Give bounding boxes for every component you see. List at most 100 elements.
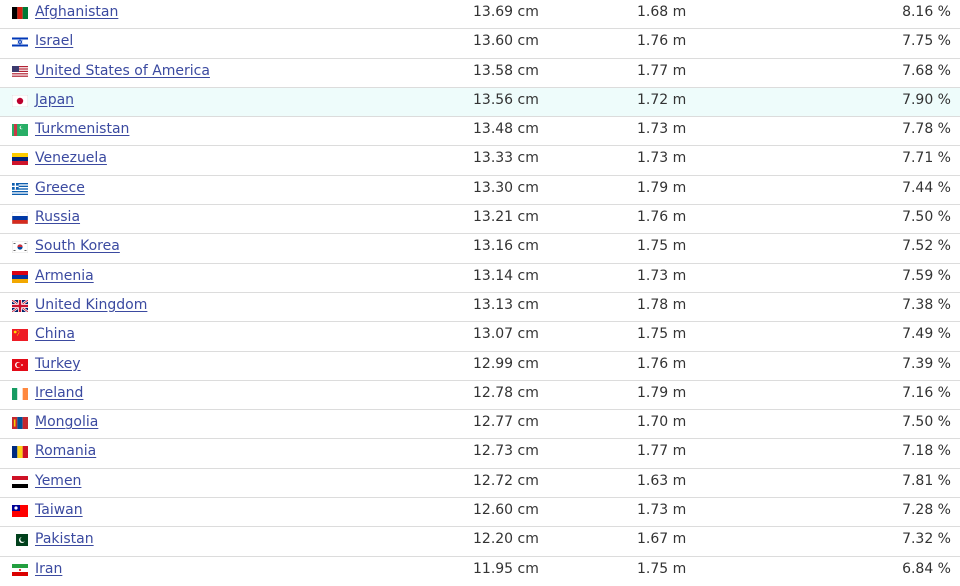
ratio-value: 7.71 % [902,150,951,167]
height-value: 1.75 m [637,326,687,343]
country-link[interactable]: Israel [35,33,73,49]
length-value: 13.14 cm [473,267,539,284]
venezuela-flag-icon [12,153,28,166]
height-value: 1.78 m [637,296,687,313]
mongolia-flag-icon [12,417,28,430]
country-link[interactable]: Turkey [35,356,81,372]
height-value: 1.73 m [637,150,687,167]
ratio-value: 7.50 % [902,414,951,431]
height-value: 1.67 m [637,531,687,548]
ratio-value: 7.38 % [902,296,951,313]
table-row: China 13.07 cm 1.75 m 7.49 % [0,322,960,352]
height-value: 1.76 m [637,33,687,50]
country-link[interactable]: Japan [35,92,74,108]
ratio-value: 7.81 % [902,472,951,489]
country-link[interactable]: Turkmenistan [35,121,129,137]
table-row: Taiwan 12.60 cm 1.73 m 7.28 % [0,498,960,528]
length-value: 11.95 cm [473,560,539,577]
height-value: 1.73 m [637,121,687,138]
armenia-flag-icon [12,270,28,283]
length-value: 13.56 cm [473,91,539,108]
afghanistan-flag-icon [12,7,28,19]
height-value: 1.72 m [637,91,687,108]
country-link[interactable]: Ireland [35,385,83,401]
country-link[interactable]: Taiwan [35,502,83,518]
length-value: 13.33 cm [473,150,539,167]
length-value: 12.78 cm [473,384,539,401]
length-value: 12.77 cm [473,414,539,431]
table-row: Pakistan 12.20 cm 1.67 m 7.32 % [0,527,960,557]
country-link[interactable]: Armenia [35,268,94,284]
height-value: 1.73 m [637,267,687,284]
country-link[interactable]: Romania [35,443,96,459]
ratio-value: 7.28 % [902,502,951,519]
height-value: 1.76 m [637,355,687,372]
taiwan-flag-icon [12,505,28,518]
china-flag-icon [12,329,28,342]
turkmenistan-flag-icon [12,124,28,137]
greece-flag-icon [12,182,28,195]
table-row: Japan 13.56 cm 1.72 m 7.90 % [0,87,960,118]
russia-flag-icon [12,212,28,225]
length-value: 13.16 cm [473,238,539,255]
iran-flag-icon [12,563,28,576]
length-value: 13.60 cm [473,33,539,50]
table-row: Afghanistan 13.69 cm 1.68 m 8.16 % [0,0,960,30]
turkey-flag-icon [12,358,28,371]
country-table: Afghanistan 13.69 cm 1.68 m 8.16 % Israe… [0,0,960,586]
height-value: 1.75 m [637,560,687,577]
height-value: 1.76 m [637,209,687,226]
length-value: 12.20 cm [473,531,539,548]
height-value: 1.77 m [637,62,687,79]
table-row: Ireland 12.78 cm 1.79 m 7.16 % [0,381,960,411]
ratio-value: 7.50 % [902,209,951,226]
ratio-value: 6.84 % [902,560,951,577]
table-row: United Kingdom 13.13 cm 1.78 m 7.38 % [0,293,960,323]
length-value: 13.13 cm [473,296,539,313]
israel-flag-icon [12,36,28,49]
japan-flag-icon [12,94,28,107]
ratio-value: 7.90 % [902,91,951,108]
ratio-value: 7.44 % [902,179,951,196]
ratio-value: 7.68 % [902,62,951,79]
table-row: South Korea 13.16 cm 1.75 m 7.52 % [0,234,960,264]
country-link[interactable]: Iran [35,561,62,577]
table-row: Israel 13.60 cm 1.76 m 7.75 % [0,29,960,59]
height-value: 1.73 m [637,502,687,519]
length-value: 13.30 cm [473,179,539,196]
table-row: Romania 12.73 cm 1.77 m 7.18 % [0,439,960,469]
length-value: 12.99 cm [473,355,539,372]
length-value: 12.73 cm [473,443,539,460]
height-value: 1.70 m [637,414,687,431]
length-value: 13.58 cm [473,62,539,79]
romania-flag-icon [12,446,28,459]
country-link[interactable]: United Kingdom [35,297,147,313]
country-link[interactable]: Venezuela [35,150,107,166]
ratio-value: 7.49 % [902,326,951,343]
country-link[interactable]: Yemen [35,473,81,489]
ratio-value: 7.52 % [902,238,951,255]
ratio-value: 7.75 % [902,33,951,50]
country-link[interactable]: South Korea [35,238,120,254]
height-value: 1.79 m [637,179,687,196]
country-link[interactable]: Russia [35,209,80,225]
height-value: 1.68 m [637,4,687,20]
country-link[interactable]: China [35,326,75,342]
height-value: 1.77 m [637,443,687,460]
country-link[interactable]: Afghanistan [35,4,118,20]
length-value: 13.48 cm [473,121,539,138]
country-link[interactable]: United States of America [35,63,210,79]
yemen-flag-icon [12,475,28,488]
table-row: Turkmenistan 13.48 cm 1.73 m 7.78 % [0,117,960,147]
ratio-value: 7.18 % [902,443,951,460]
country-link[interactable]: Pakistan [35,531,94,547]
ireland-flag-icon [12,387,28,400]
table-row: Yemen 12.72 cm 1.63 m 7.81 % [0,469,960,499]
table-row: United States of America 13.58 cm 1.77 m… [0,59,960,88]
length-value: 12.60 cm [473,502,539,519]
country-link[interactable]: Greece [35,180,85,196]
country-link[interactable]: Mongolia [35,414,98,430]
ratio-value: 8.16 % [902,4,951,20]
table-row: Armenia 13.14 cm 1.73 m 7.59 % [0,264,960,293]
table-row: Turkey 12.99 cm 1.76 m 7.39 % [0,352,960,381]
